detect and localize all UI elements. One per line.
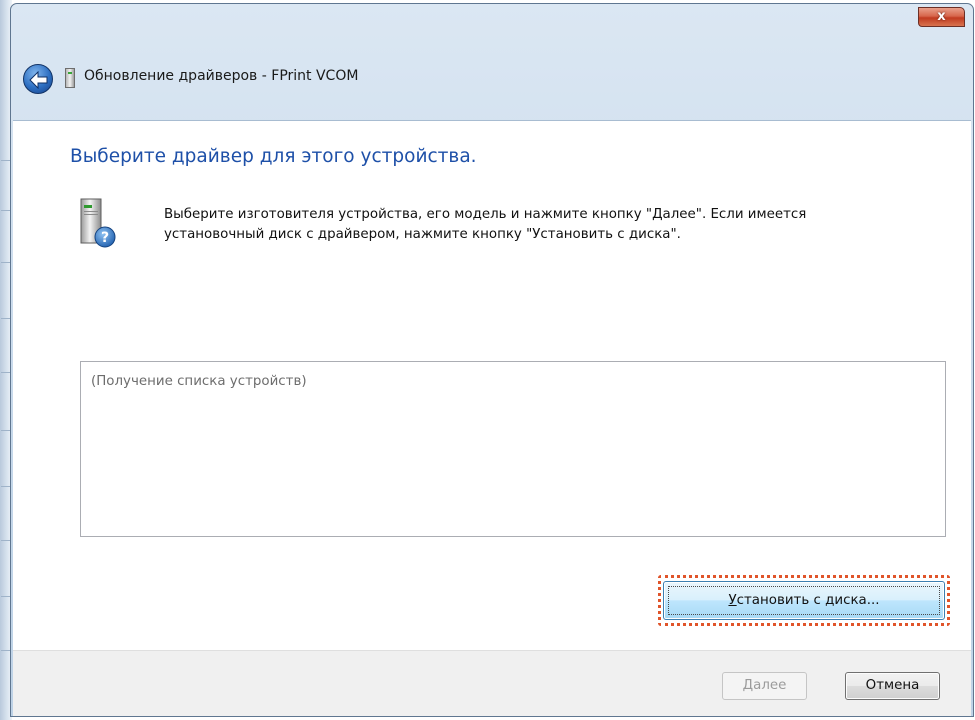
instruction-line: Выберите изготовителя устройства, его мо… — [164, 207, 807, 222]
close-button[interactable]: x — [918, 7, 965, 27]
cancel-button[interactable]: Отмена — [845, 672, 940, 700]
svg-text:?: ? — [101, 230, 109, 246]
page-heading: Выберите драйвер для этого устройства. — [70, 146, 477, 167]
next-button-label: алее — [753, 678, 787, 693]
install-from-disk-button[interactable]: Установить с диска... — [663, 581, 945, 620]
close-icon: x — [937, 9, 946, 24]
instruction-text: Выберите изготовителя устройства, его мо… — [164, 205, 954, 245]
next-button[interactable]: Далее — [722, 672, 807, 700]
focus-rectangle — [668, 586, 940, 615]
device-icon — [65, 68, 75, 88]
title-nav-row: Обновление драйверов - FPrint VCOM — [11, 62, 973, 96]
instruction-line: установочный диск с драйвером, нажмите к… — [164, 227, 681, 242]
next-button-accelerator: Д — [742, 678, 754, 693]
back-button[interactable] — [23, 64, 53, 94]
main-content: Выберите драйвер для этого устройства. ? — [13, 120, 971, 650]
back-arrow-icon — [29, 71, 48, 89]
device-list[interactable]: (Получение списка устройств) — [80, 361, 946, 537]
dialog-footer: Далее Отмена — [13, 650, 971, 716]
driver-update-dialog: x Обновление драйверов - FPrint VCOM Выб… — [10, 3, 974, 717]
window-title: Обновление драйверов - FPrint VCOM — [84, 68, 359, 84]
device-list-placeholder: (Получение списка устройств) — [91, 374, 307, 389]
device-help-icon: ? — [80, 198, 116, 248]
